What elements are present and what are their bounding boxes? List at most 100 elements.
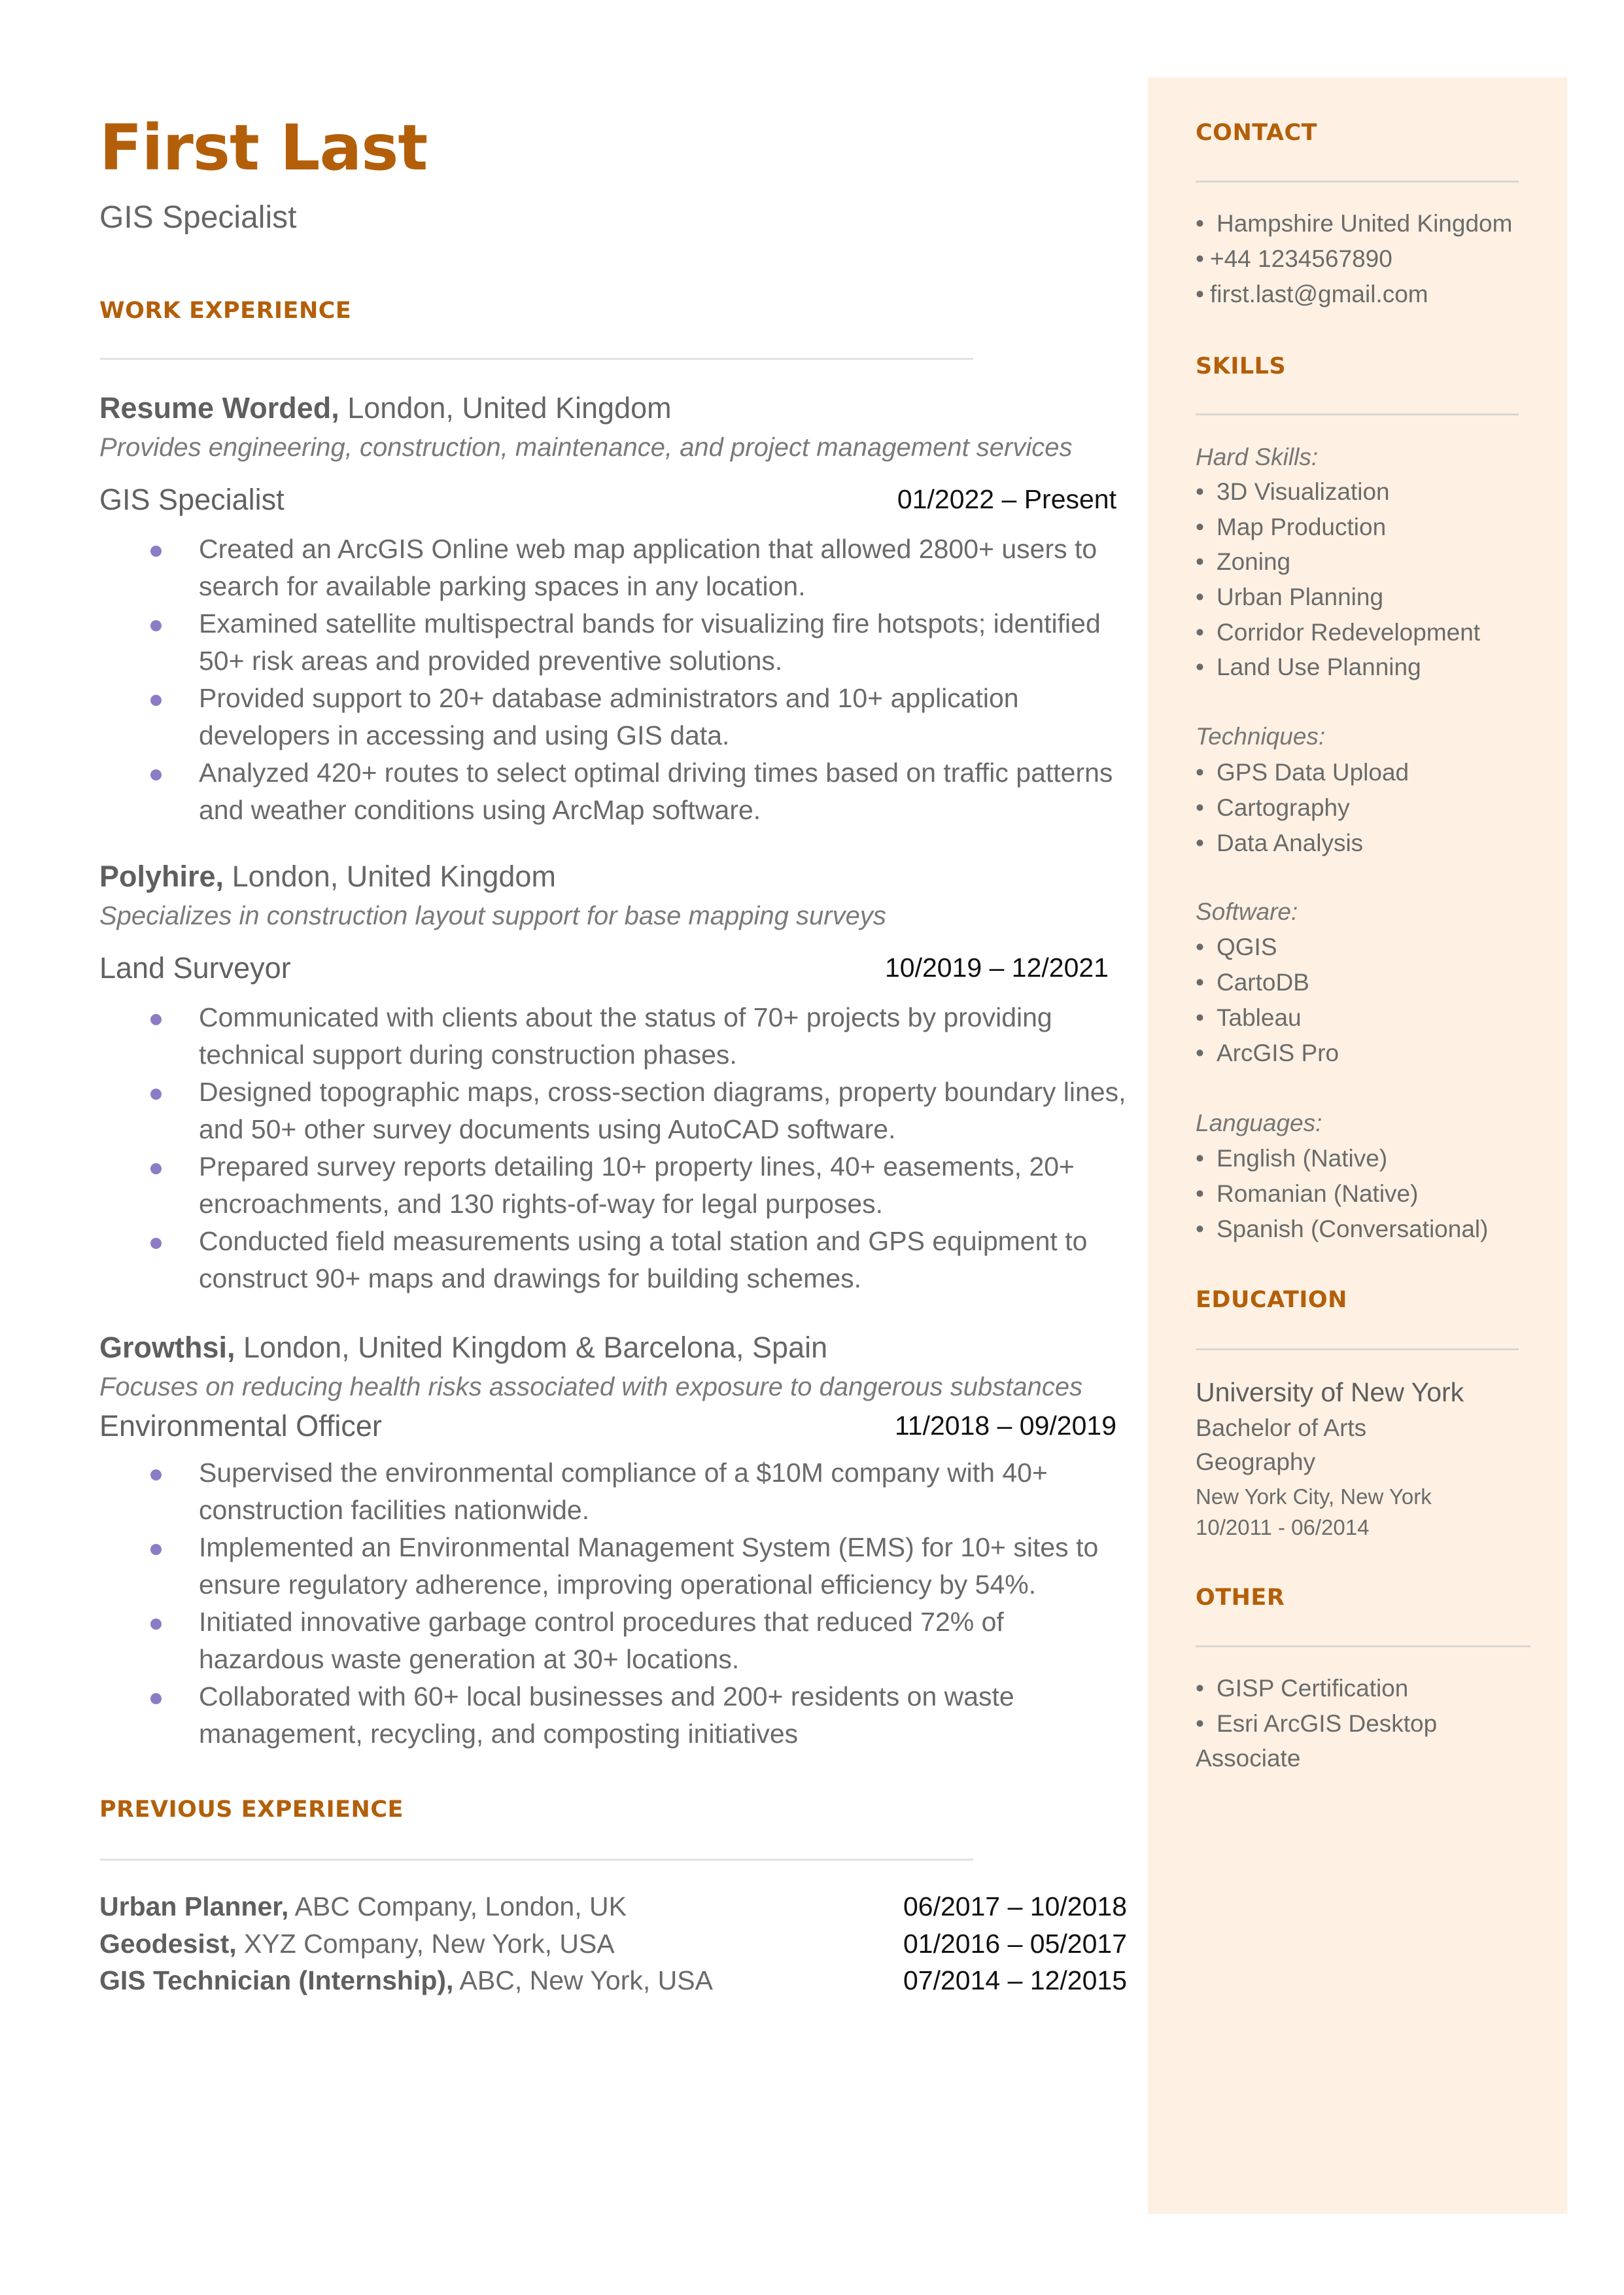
job-bullet: Prepared survey reports detailing 10+ pr… bbox=[150, 1148, 1132, 1223]
skill-item: • Map Production bbox=[1196, 514, 1387, 540]
bullet-dot-icon: • bbox=[1196, 584, 1204, 610]
skill-item: • Tableau bbox=[1196, 1004, 1302, 1031]
divider bbox=[1196, 1645, 1530, 1647]
other-item: • GISP Certification bbox=[1196, 1675, 1409, 1702]
contact-email[interactable]: • first.last@gmail.com bbox=[1196, 282, 1428, 306]
job-bullet: Initiated innovative garbage control pro… bbox=[150, 1603, 1132, 1678]
company-name: Polyhire, bbox=[99, 860, 224, 893]
education-school: University of New York bbox=[1196, 1377, 1464, 1407]
previous-role-detail: ABC Company, London, UK bbox=[288, 1891, 627, 1921]
skill-item: • ArcGIS Pro bbox=[1196, 1040, 1339, 1066]
other-item-continuation: Associate bbox=[1196, 1745, 1301, 1772]
bullet-dot-icon: • bbox=[1196, 1675, 1204, 1702]
previous-role-title: GIS Technician (Internship), bbox=[99, 1965, 454, 1995]
job-role: Land Surveyor bbox=[99, 951, 291, 985]
bullet-dot-icon bbox=[150, 1619, 162, 1630]
bullet-dot-icon: • bbox=[1196, 1710, 1204, 1737]
education-location: New York City, New York bbox=[1196, 1484, 1432, 1509]
bullet-dot-icon: • bbox=[1196, 830, 1204, 856]
job-bullet-list: Supervised the environmental compliance … bbox=[150, 1454, 1132, 1753]
section-title-work-experience: WORK EXPERIENCE bbox=[99, 298, 352, 324]
bullet-dot-icon bbox=[150, 546, 162, 557]
bullet-dot-icon: • bbox=[1196, 1216, 1204, 1242]
bullet-dot-icon bbox=[150, 620, 162, 631]
candidate-headline: GIS Specialist bbox=[99, 200, 297, 235]
job-company-line: Resume Worded, London, United Kingdom bbox=[99, 393, 672, 423]
bullet-dot-icon: • bbox=[1196, 548, 1204, 575]
section-title-skills: SKILLS bbox=[1196, 353, 1287, 379]
section-title-previous-experience: PREVIOUS EXPERIENCE bbox=[99, 1796, 404, 1823]
previous-role-title: Geodesist, bbox=[99, 1929, 237, 1959]
previous-role-dates: 01/2016 – 05/2017 bbox=[903, 1929, 1127, 1959]
company-location: London, United Kingdom bbox=[224, 860, 556, 893]
job-dates: 10/2019 – 12/2021 bbox=[885, 953, 1109, 983]
bullet-dot-icon: • bbox=[1196, 759, 1204, 786]
skill-item: • Spanish (Conversational) bbox=[1196, 1216, 1489, 1242]
bullet-dot-icon: • bbox=[1196, 281, 1204, 307]
job-dates: 01/2022 – Present bbox=[897, 484, 1116, 514]
previous-role-detail: ABC, New York, USA bbox=[453, 1965, 713, 1995]
previous-role-row: GIS Technician (Internship), ABC, New Yo… bbox=[99, 1967, 713, 1994]
bullet-dot-icon: • bbox=[1196, 794, 1204, 821]
company-name: Resume Worded, bbox=[99, 391, 339, 425]
skill-item: • Zoning bbox=[1196, 548, 1291, 575]
divider bbox=[100, 1859, 973, 1861]
job-bullet-list: Communicated with clients about the stat… bbox=[150, 999, 1132, 1297]
company-location: London, United Kingdom & Barcelona, Spai… bbox=[235, 1331, 828, 1364]
bullet-dot-icon: • bbox=[1196, 619, 1204, 646]
divider bbox=[100, 358, 973, 360]
bullet-dot-icon bbox=[150, 1163, 162, 1174]
job-bullet-list: Created an ArcGIS Online web map applica… bbox=[150, 531, 1132, 829]
skill-item: • GPS Data Upload bbox=[1196, 759, 1409, 786]
divider bbox=[1196, 1348, 1519, 1350]
previous-role-detail: XYZ Company, New York, USA bbox=[236, 1929, 615, 1959]
bullet-dot-icon bbox=[150, 1693, 162, 1704]
section-title-education: EDUCATION bbox=[1196, 1287, 1347, 1313]
bullet-dot-icon bbox=[150, 1089, 162, 1100]
skill-item: • Corridor Redevelopment bbox=[1196, 619, 1481, 646]
company-description: Specializes in construction layout suppo… bbox=[99, 902, 886, 930]
skill-item: • Land Use Planning bbox=[1196, 654, 1421, 680]
skill-item: • Data Analysis bbox=[1196, 830, 1364, 856]
company-description: Provides engineering, construction, main… bbox=[99, 433, 1073, 462]
skills-group-label: Techniques: bbox=[1196, 723, 1326, 750]
bullet-dot-icon: • bbox=[1196, 1145, 1204, 1172]
education-dates: 10/2011 - 06/2014 bbox=[1196, 1515, 1370, 1539]
previous-role-row: Urban Planner, ABC Company, London, UK bbox=[99, 1893, 627, 1920]
bullet-dot-icon: • bbox=[1196, 1180, 1204, 1207]
bullet-dot-icon: • bbox=[1196, 210, 1204, 237]
divider bbox=[1196, 413, 1519, 415]
bullet-dot-icon bbox=[150, 1238, 162, 1249]
bullet-dot-icon bbox=[150, 769, 162, 780]
education-field: Geography bbox=[1196, 1448, 1316, 1475]
company-description: Focuses on reducing health risks associa… bbox=[99, 1373, 1083, 1401]
bullet-dot-icon: • bbox=[1196, 934, 1204, 960]
section-title-other: OTHER bbox=[1196, 1585, 1285, 1611]
candidate-name: First Last bbox=[99, 111, 428, 184]
bullet-dot-icon: • bbox=[1196, 514, 1204, 540]
bullet-dot-icon: • bbox=[1196, 1040, 1204, 1066]
skills-group-label: Languages: bbox=[1196, 1110, 1322, 1136]
job-role: GIS Specialist bbox=[99, 483, 285, 516]
skill-item: • CartoDB bbox=[1196, 969, 1309, 996]
previous-role-title: Urban Planner, bbox=[99, 1891, 289, 1921]
job-bullet: Supervised the environmental compliance … bbox=[150, 1454, 1132, 1529]
skills-group-label: Hard Skills: bbox=[1196, 444, 1319, 470]
skill-item: • English (Native) bbox=[1196, 1145, 1388, 1172]
bullet-dot-icon bbox=[150, 1544, 162, 1555]
job-bullet: Conducted field measurements using a tot… bbox=[150, 1223, 1132, 1297]
job-dates: 11/2018 – 09/2019 bbox=[895, 1410, 1116, 1441]
job-bullet: Collaborated with 60+ local businesses a… bbox=[150, 1678, 1132, 1753]
job-bullet: Analyzed 420+ routes to select optimal d… bbox=[150, 754, 1132, 829]
bullet-dot-icon bbox=[150, 1014, 162, 1025]
section-title-contact: CONTACT bbox=[1196, 120, 1318, 146]
job-bullet: Created an ArcGIS Online web map applica… bbox=[150, 531, 1132, 605]
job-company-line: Growthsi, London, United Kingdom & Barce… bbox=[99, 1333, 827, 1362]
contact-location: • Hampshire United Kingdom bbox=[1196, 210, 1513, 237]
bullet-dot-icon bbox=[150, 1469, 162, 1480]
job-role: Environmental Officer bbox=[99, 1409, 382, 1443]
bullet-dot-icon: • bbox=[1196, 654, 1204, 680]
skill-item: • 3D Visualization bbox=[1196, 478, 1390, 505]
other-item: • Esri ArcGIS Desktop bbox=[1196, 1710, 1438, 1737]
skills-group-label: Software: bbox=[1196, 898, 1298, 925]
